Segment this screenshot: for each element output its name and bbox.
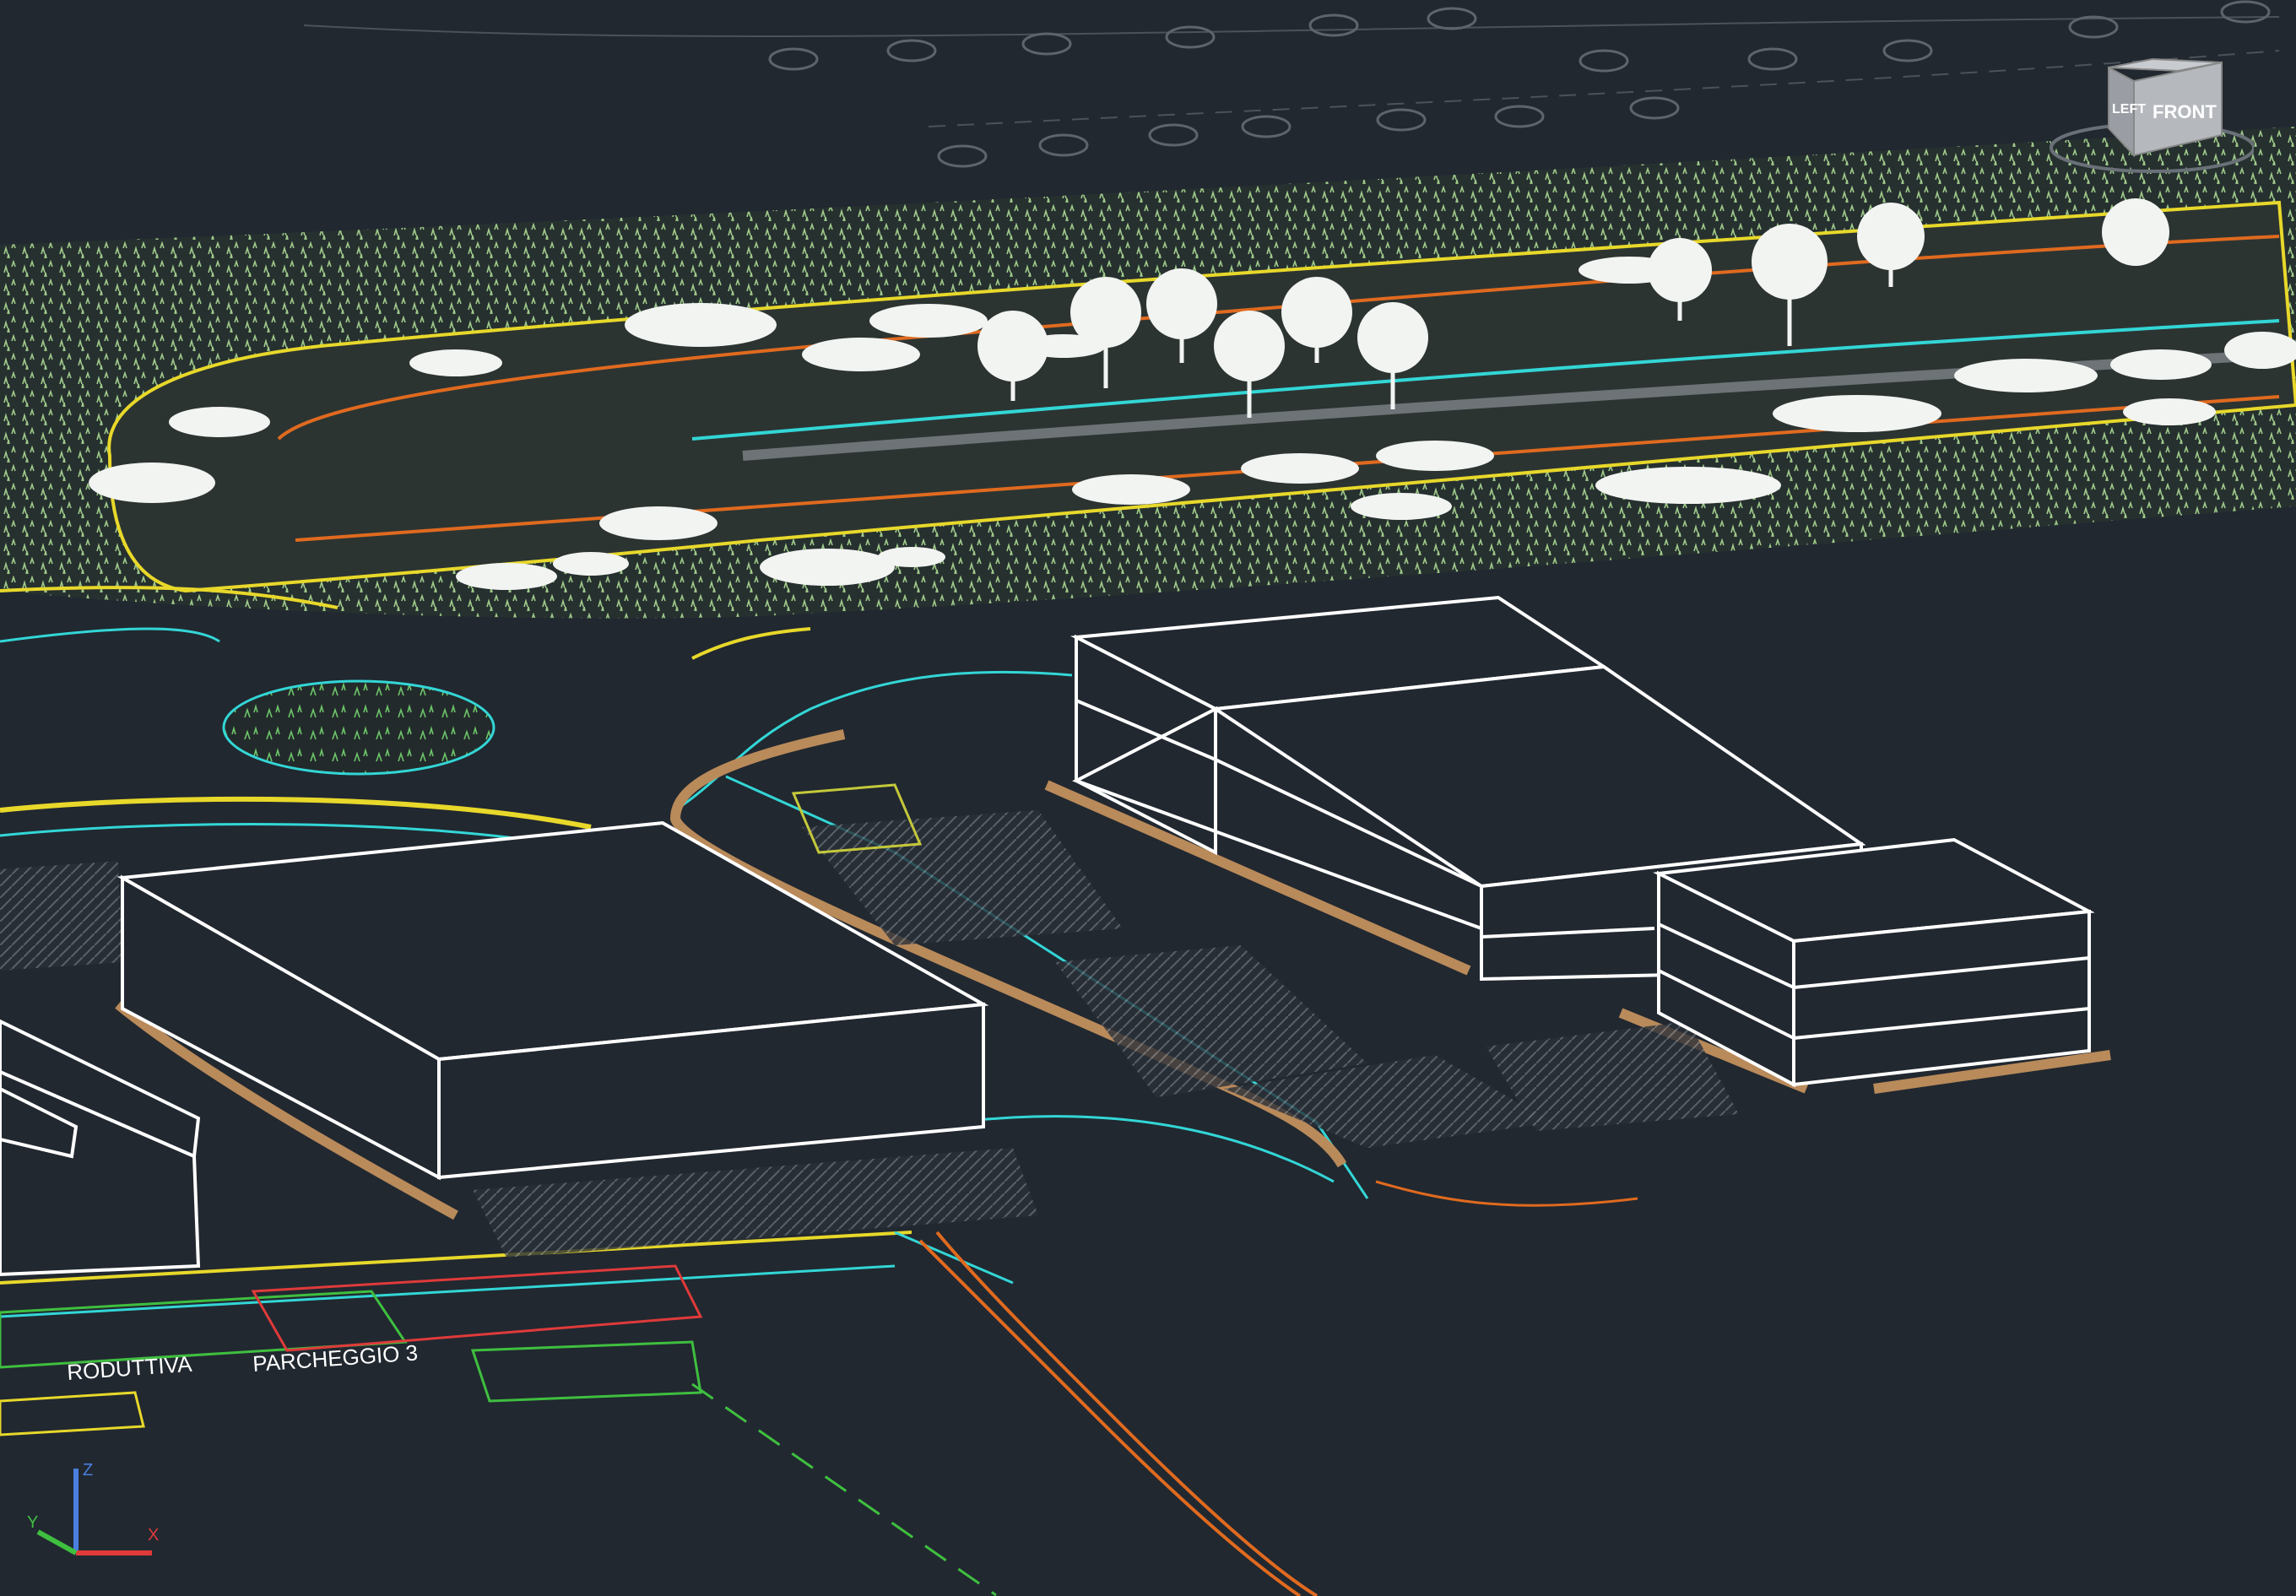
viewcube[interactable]: LEFT FRONT (2043, 51, 2255, 177)
ucs-icon: X Y Z (25, 1452, 169, 1578)
ucs-x-label: X (148, 1526, 159, 1545)
ucs-y-axis (36, 1529, 78, 1555)
ucs-y-label: Y (27, 1513, 38, 1532)
park-area (0, 127, 2296, 619)
ucs-z-label: Z (83, 1461, 93, 1480)
parking-label: PARCHEGGIO 3 (252, 1339, 419, 1377)
orange-road-edge (918, 1231, 1319, 1596)
zone-label: RODUTTIVA (66, 1351, 193, 1385)
viewcube-front-face[interactable]: FRONT (2152, 101, 2217, 122)
building-c (1653, 837, 2095, 1088)
model-viewport[interactable]: RODUTTIVA PARCHEGGIO 3 (0, 0, 2296, 1596)
roundabout (222, 679, 495, 776)
viewcube-left-face[interactable]: LEFT (2112, 102, 2146, 116)
building-left-partial (0, 1019, 201, 1277)
